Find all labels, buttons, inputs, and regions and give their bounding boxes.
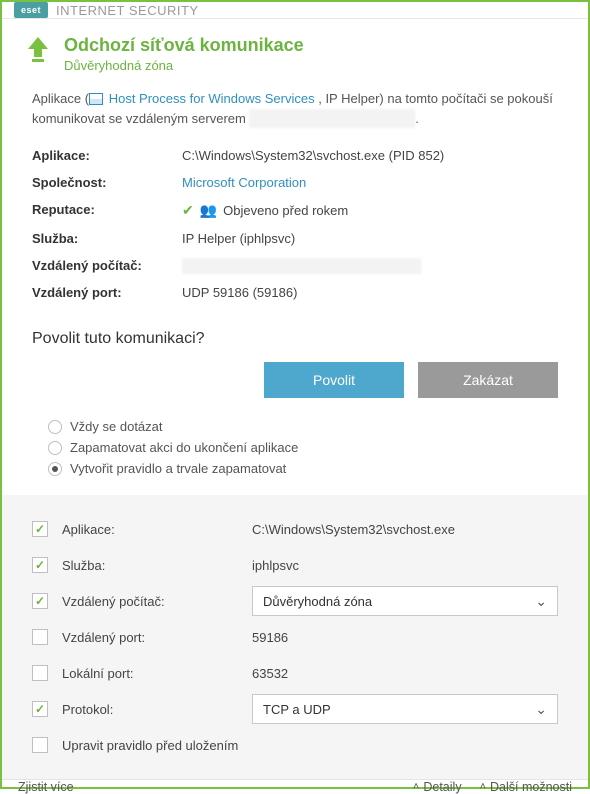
value-application: C:\Windows\System32\svchost.exe (PID 852… [182, 148, 558, 163]
rule-value-application: C:\Windows\System32\svchost.exe [252, 522, 558, 537]
label-company: Společnost: [32, 175, 182, 190]
chevron-down-icon: ⌄ [535, 701, 547, 718]
label-application: Aplikace: [32, 148, 182, 163]
dialog-title: Odchozí síťová komunikace [64, 35, 304, 56]
eset-logo: eset [14, 2, 48, 18]
intro-text: Aplikace ( Host Process for Windows Serv… [32, 89, 558, 128]
select-remote-pc[interactable]: Důvěryhodná zóna ⌄ [252, 586, 558, 616]
product-name: INTERNET SECURITY [56, 3, 199, 18]
radio-always-ask[interactable] [48, 420, 62, 434]
value-remote-port: UDP 59186 (59186) [182, 285, 558, 300]
allow-button[interactable]: Povolit [264, 362, 404, 398]
rule-label-service: Služba: [62, 558, 252, 573]
rule-label-remote-port: Vzdálený port: [62, 630, 252, 645]
rule-value-local-port: 63532 [252, 666, 558, 681]
chk-service[interactable] [32, 557, 48, 573]
radio-remember-until-exit-label: Zapamatovat akci do ukončení aplikace [70, 440, 298, 455]
checkmark-icon: ✔ [182, 202, 194, 219]
radio-create-rule-label: Vytvořit pravidlo a trvale zapamatovat [70, 461, 286, 476]
more-options-toggle[interactable]: ˄Další možnosti [480, 780, 572, 794]
rule-label-local-port: Lokální port: [62, 666, 252, 681]
chevron-down-icon: ⌄ [535, 593, 547, 610]
caret-up-icon: ˄ [480, 781, 486, 793]
app-process-link[interactable]: Host Process for Windows Services [109, 91, 315, 106]
label-remote-port: Vzdálený port: [32, 285, 182, 300]
radio-create-rule[interactable] [48, 462, 62, 476]
radio-remember-until-exit[interactable] [48, 441, 62, 455]
deny-button[interactable]: Zakázat [418, 362, 558, 398]
learn-more-link[interactable]: Zjistit více [18, 780, 395, 794]
value-remote-pc: ██████████████████████████ [182, 258, 558, 273]
chk-protocol[interactable] [32, 701, 48, 717]
redacted-server: ██████████████████ [249, 109, 415, 129]
value-company-link[interactable]: Microsoft Corporation [182, 175, 558, 190]
question-text: Povolit tuto komunikaci? [2, 306, 588, 352]
app-icon [89, 93, 103, 105]
info-table: Aplikace: C:\Windows\System32\svchost.ex… [32, 142, 558, 306]
radio-always-ask-label: Vždy se dotázat [70, 419, 163, 434]
dialog-footer: Zjistit více ˄Detaily ˄Další možnosti [2, 779, 588, 794]
caret-up-icon: ˄ [413, 781, 419, 793]
outbound-arrow-icon [24, 35, 52, 65]
label-remote-pc: Vzdálený počítač: [32, 258, 182, 273]
value-service: IP Helper (iphlpsvc) [182, 231, 558, 246]
label-reputation: Reputace: [32, 202, 182, 219]
select-protocol[interactable]: TCP a UDP ⌄ [252, 694, 558, 724]
users-icon: 👥 [200, 202, 217, 219]
chk-remote-port[interactable] [32, 629, 48, 645]
details-toggle[interactable]: ˄Detaily [413, 780, 462, 794]
remember-options: Vždy se dotázat Zapamatovat akci do ukon… [2, 416, 588, 495]
title-bar: eset INTERNET SECURITY [2, 2, 588, 19]
rule-label-remote-pc: Vzdálený počítač: [62, 594, 252, 609]
dialog-subtitle: Důvěryhodná zóna [64, 58, 304, 73]
value-reputation: ✔ 👥 Objeveno před rokem [182, 202, 558, 219]
rule-label-protocol: Protokol: [62, 702, 252, 717]
rule-panel: Aplikace: C:\Windows\System32\svchost.ex… [2, 495, 588, 779]
dialog-header: Odchozí síťová komunikace Důvěryhodná zó… [2, 19, 588, 79]
chk-edit-before-save[interactable] [32, 737, 48, 753]
chk-local-port[interactable] [32, 665, 48, 681]
label-service: Služba: [32, 231, 182, 246]
firewall-dialog: eset INTERNET SECURITY Odchozí síťová ko… [0, 0, 590, 789]
rule-label-application: Aplikace: [62, 522, 252, 537]
chk-application[interactable] [32, 521, 48, 537]
chk-remote-pc[interactable] [32, 593, 48, 609]
rule-value-service: iphlpsvc [252, 558, 558, 573]
rule-value-remote-port: 59186 [252, 630, 558, 645]
rule-label-edit-before-save: Upravit pravidlo před uložením [62, 738, 238, 753]
